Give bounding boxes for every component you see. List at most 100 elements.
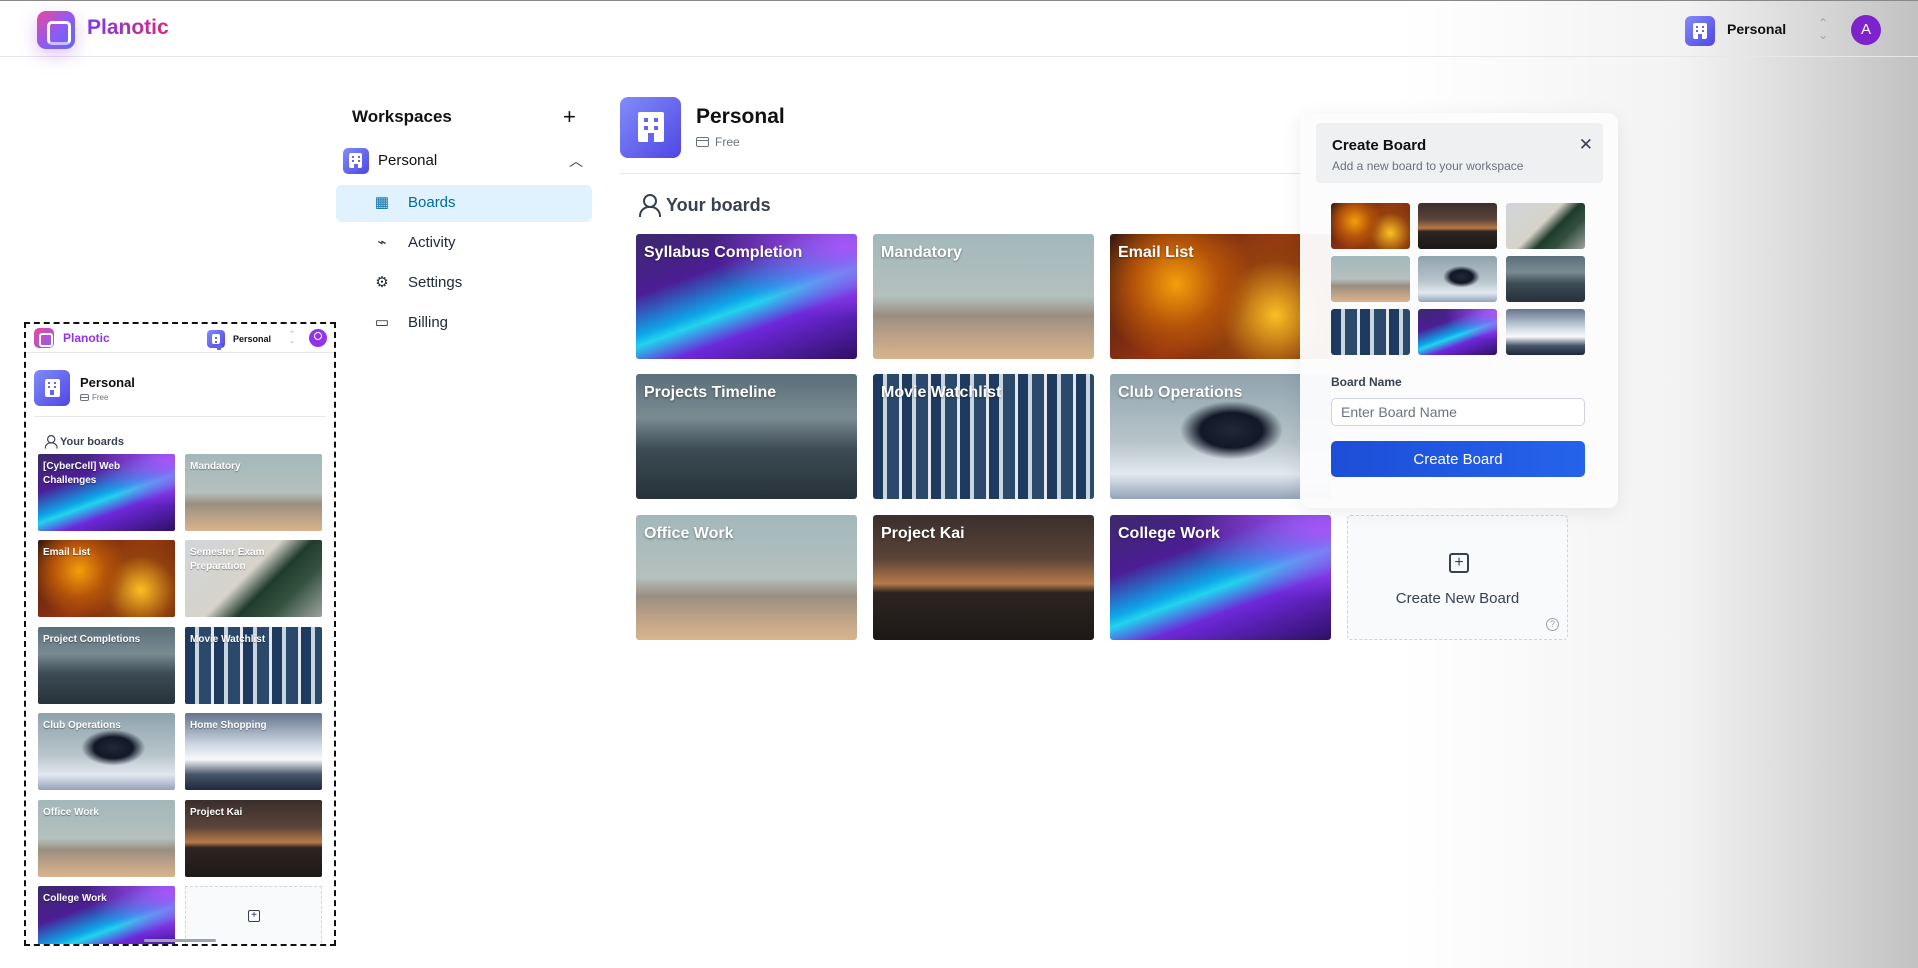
- board-title: Project Kai: [190, 807, 243, 818]
- board-title: College Work: [43, 893, 107, 904]
- sidebar-item-label: Activity: [408, 234, 456, 251]
- workspace-switcher-label[interactable]: Personal: [233, 334, 271, 344]
- user-avatar[interactable]: A: [1851, 15, 1881, 45]
- building-icon: [45, 379, 60, 397]
- board-title: Mandatory: [881, 244, 962, 261]
- board-card[interactable]: Semester Exam Preparation: [185, 540, 322, 617]
- popover-title: Create Board: [1332, 137, 1427, 154]
- board-name-label: Board Name: [1331, 375, 1402, 389]
- chevron-up-down-icon[interactable]: ⌃ ⌄: [1818, 17, 1828, 41]
- user-icon: [44, 434, 58, 449]
- background-thumbnail[interactable]: [1506, 309, 1585, 355]
- sidebar-item-label: Settings: [408, 274, 463, 291]
- planotic-logo-icon[interactable]: [34, 328, 54, 348]
- board-title: Email List: [1118, 244, 1194, 261]
- activity-icon: ⌁: [377, 234, 387, 251]
- close-icon[interactable]: ✕: [1579, 135, 1593, 155]
- board-card[interactable]: Movie Watchlist: [873, 374, 1094, 499]
- board-title: Projects Timeline: [644, 384, 777, 401]
- board-card[interactable]: Mandatory: [873, 234, 1094, 359]
- gear-icon: ⚙: [375, 274, 389, 291]
- board-name-input[interactable]: [1331, 398, 1585, 426]
- workspace-large-icon: [620, 97, 681, 158]
- background-thumbnail[interactable]: [1331, 309, 1410, 355]
- your-boards-label: Your boards: [60, 436, 124, 448]
- board-title: Club Operations: [43, 720, 121, 731]
- board-card[interactable]: Projects Timeline: [636, 374, 857, 499]
- board-card[interactable]: Movie Watchlist: [185, 627, 322, 704]
- building-icon: [1693, 23, 1707, 39]
- user-icon: [638, 193, 661, 217]
- header-divider: [26, 352, 334, 353]
- chevron-up-icon[interactable]: ︿: [569, 151, 583, 171]
- background-thumbnail[interactable]: [1418, 203, 1497, 249]
- brand-name[interactable]: Planotic: [63, 331, 110, 345]
- horizontal-scrollbar[interactable]: [144, 939, 216, 942]
- board-card[interactable]: Email List: [1110, 234, 1331, 359]
- planotic-logo-icon[interactable]: [37, 11, 75, 49]
- create-board-button[interactable]: Create Board: [1331, 441, 1585, 477]
- workspace-icon: [343, 148, 369, 174]
- sidebar-item-boards[interactable]: ▦ Boards: [336, 185, 592, 222]
- board-card[interactable]: Office Work: [38, 800, 175, 877]
- header-divider: [34, 416, 326, 417]
- workspace-name: Personal: [378, 152, 438, 169]
- background-thumbnail[interactable]: [1418, 309, 1497, 355]
- board-title: Office Work: [644, 525, 734, 542]
- workspace-accordion-personal[interactable]: Personal ︿: [343, 148, 591, 174]
- board-title: Semester Exam Preparation: [190, 547, 265, 572]
- board-card[interactable]: Mandatory: [185, 454, 322, 531]
- sidebar-item-activity[interactable]: ⌁ Activity: [336, 225, 592, 262]
- credit-card-icon: ▭: [374, 314, 390, 331]
- board-title: Movie Watchlist: [190, 634, 266, 645]
- background-thumbnail[interactable]: [1506, 256, 1585, 302]
- help-circle-icon[interactable]: ?: [1546, 618, 1559, 631]
- board-title: Office Work: [43, 807, 99, 818]
- board-card[interactable]: Project Kai: [873, 515, 1094, 640]
- workspace-switcher-label[interactable]: Personal: [1727, 21, 1786, 37]
- layout-icon: ▦: [374, 194, 390, 211]
- page-title: Personal: [80, 375, 135, 390]
- create-new-board-card[interactable]: +: [185, 886, 322, 944]
- board-card[interactable]: Office Work: [636, 515, 857, 640]
- board-card[interactable]: [CyberCell] Web Challenges: [38, 454, 175, 531]
- sidebar-item-billing[interactable]: ▭ Billing: [336, 305, 592, 342]
- plan-badge: Free: [80, 393, 108, 402]
- workspace-large-icon: [34, 370, 70, 406]
- background-thumbnail[interactable]: [1506, 203, 1585, 249]
- workspace-switcher-icon[interactable]: [207, 330, 225, 350]
- chevron-up-down-icon[interactable]: ⌃ ⌄: [289, 331, 295, 345]
- background-thumbnail[interactable]: [1331, 256, 1410, 302]
- board-card[interactable]: College Work: [38, 886, 175, 944]
- user-avatar[interactable]: [309, 329, 327, 347]
- your-boards-heading: Your boards: [638, 193, 771, 217]
- board-card[interactable]: Project Completions: [38, 627, 175, 704]
- top-bar: Planotic Personal ⌃ ⌄ A: [0, 0, 1918, 57]
- board-title: Project Kai: [881, 525, 965, 542]
- board-card[interactable]: Syllabus Completion: [636, 234, 857, 359]
- board-card[interactable]: Email List: [38, 540, 175, 617]
- mobile-preview: Planotic Personal ⌃ ⌄ Personal Free Your …: [24, 322, 336, 946]
- workspace-switcher-icon[interactable]: [1685, 16, 1715, 46]
- plan-label: Free: [715, 135, 740, 149]
- plan-label: Free: [92, 393, 109, 402]
- board-title: Home Shopping: [190, 720, 267, 731]
- building-icon: [638, 112, 664, 142]
- board-title: [CyberCell] Web Challenges: [43, 461, 121, 486]
- brand-name[interactable]: Planotic: [87, 16, 169, 40]
- board-card[interactable]: Club Operations: [1110, 374, 1331, 499]
- board-card[interactable]: Project Kai: [185, 800, 322, 877]
- add-workspace-button[interactable]: +: [563, 104, 576, 130]
- board-title: Mandatory: [190, 461, 241, 472]
- background-thumbnail[interactable]: [1331, 203, 1410, 249]
- popover-header: Create Board Add a new board to your wor…: [1316, 123, 1603, 183]
- board-title: Project Completions: [43, 634, 141, 645]
- board-card[interactable]: Club Operations: [38, 713, 175, 790]
- sidebar-item-settings[interactable]: ⚙ Settings: [336, 265, 592, 302]
- plan-badge: Free: [696, 135, 740, 149]
- board-card[interactable]: Home Shopping: [185, 713, 322, 790]
- create-new-board-card[interactable]: + Create New Board ?: [1347, 515, 1568, 640]
- building-icon: [212, 334, 221, 350]
- background-thumbnail[interactable]: [1418, 256, 1497, 302]
- board-card[interactable]: College Work: [1110, 515, 1331, 640]
